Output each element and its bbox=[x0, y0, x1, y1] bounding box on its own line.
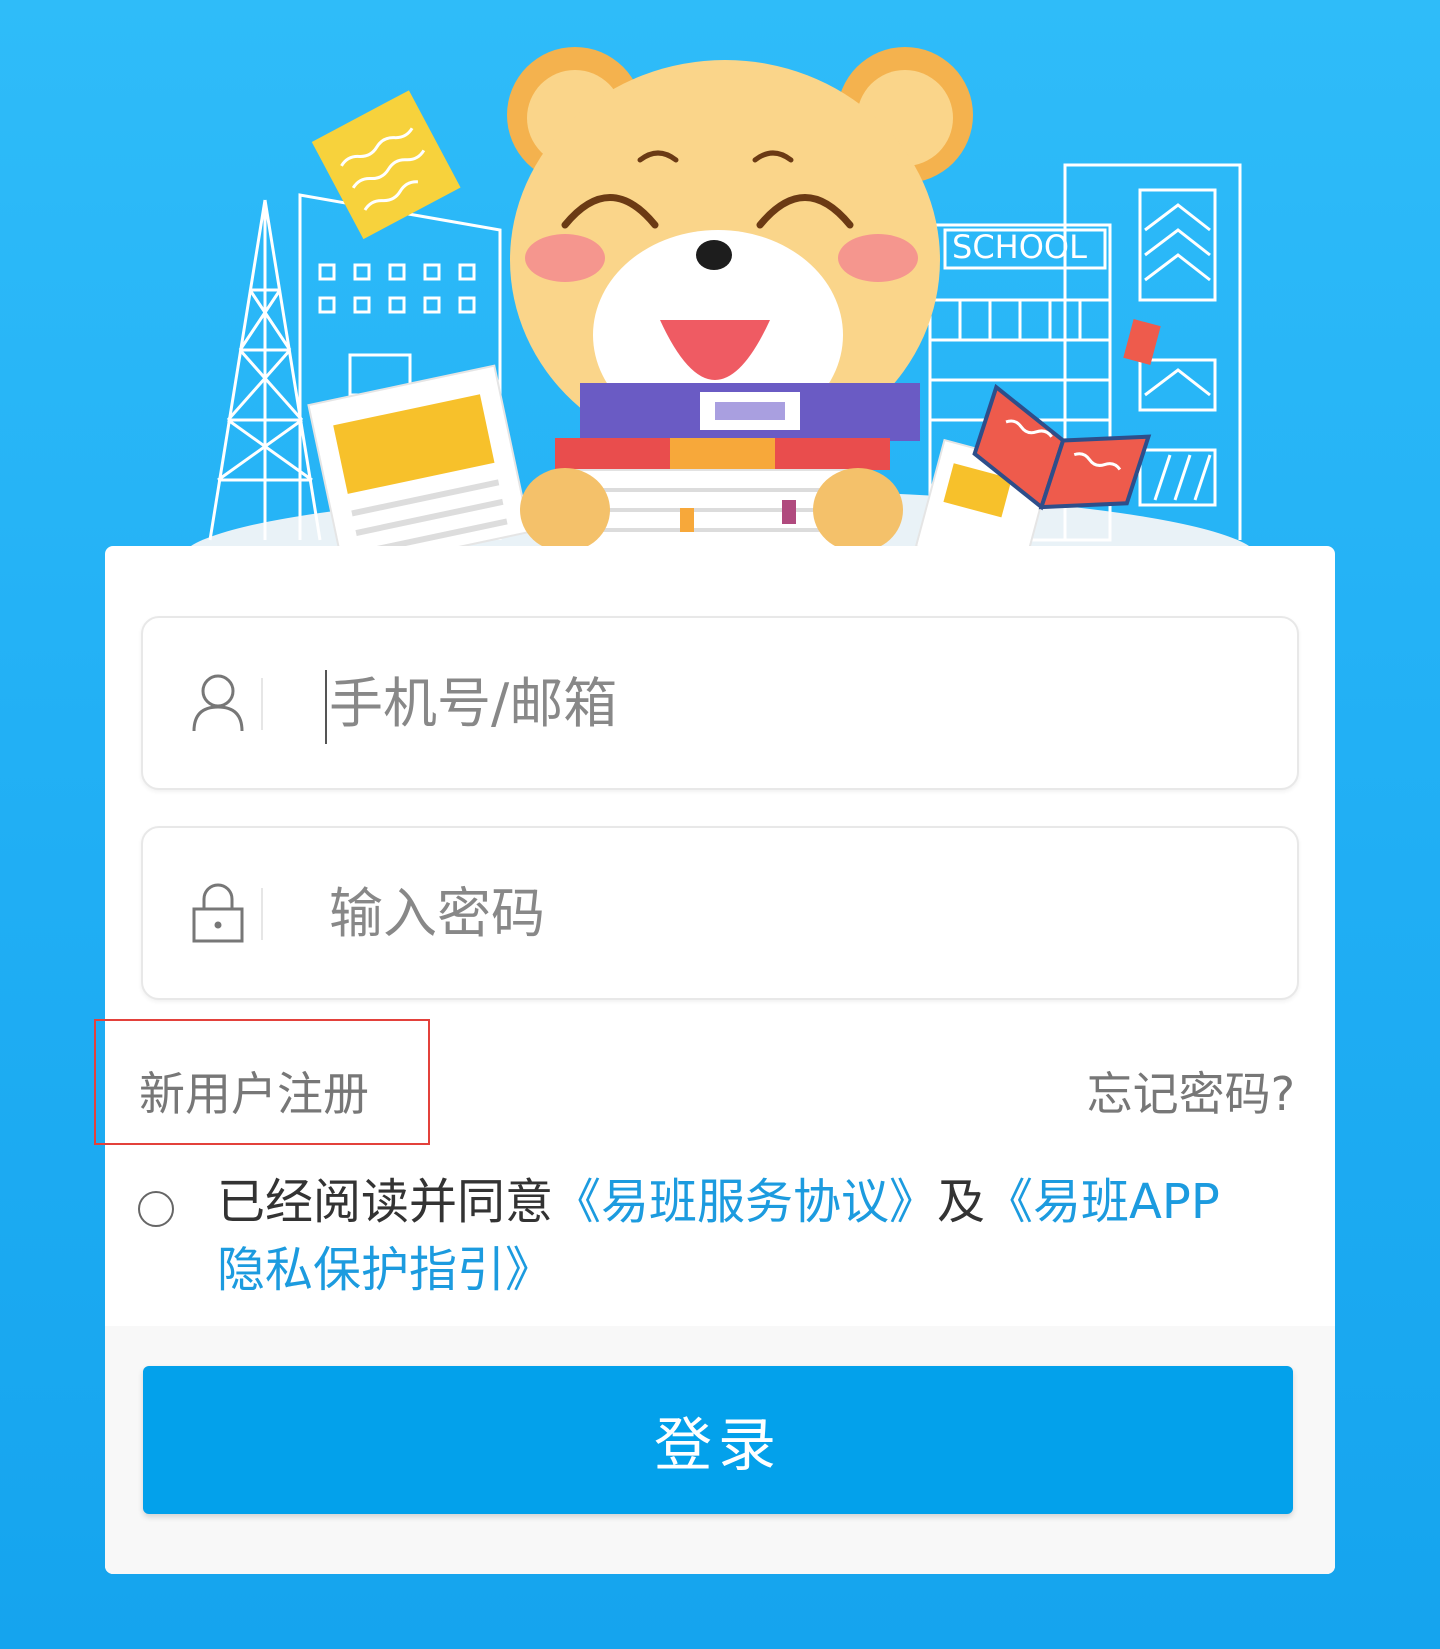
login-button[interactable]: 登录 bbox=[143, 1366, 1293, 1514]
bear-paw-left bbox=[520, 468, 610, 552]
field-divider bbox=[261, 678, 263, 730]
forgot-password-link[interactable]: 忘记密码? bbox=[1087, 1058, 1295, 1124]
username-input[interactable] bbox=[329, 658, 1229, 748]
agreement-radio[interactable] bbox=[138, 1191, 174, 1227]
field-divider bbox=[261, 888, 263, 940]
school-sign: SCHOOL bbox=[952, 228, 1087, 266]
user-icon bbox=[191, 673, 245, 733]
red-paper bbox=[1123, 319, 1161, 365]
bear-nose bbox=[696, 240, 732, 270]
username-field[interactable] bbox=[141, 616, 1299, 790]
login-card: 新用户注册 忘记密码? 已经阅读并同意《易班服务协议》及《易班APP隐私保护指引… bbox=[94, 546, 1335, 1574]
flying-note bbox=[311, 90, 461, 240]
bear-cheek-left bbox=[525, 234, 605, 282]
password-input[interactable] bbox=[329, 868, 1229, 958]
tower-drawing bbox=[208, 199, 322, 541]
left-newspaper bbox=[307, 364, 531, 573]
agreement-text: 已经阅读并同意《易班服务协议》及《易班APP隐私保护指引》 bbox=[217, 1168, 1267, 1304]
agreement-conjunction: 及 bbox=[937, 1174, 986, 1230]
agreement-prefix: 已经阅读并同意 bbox=[217, 1174, 554, 1230]
text-cursor bbox=[325, 670, 327, 744]
bear-cheek-right bbox=[838, 234, 918, 282]
lock-icon bbox=[191, 883, 245, 943]
hero-illustration: SCHOOL bbox=[0, 0, 1440, 630]
mascot-illustration: SCHOOL bbox=[180, 47, 1260, 630]
bear-paw-right bbox=[813, 468, 903, 552]
password-field[interactable] bbox=[141, 826, 1299, 1000]
register-highlight-box bbox=[94, 1019, 430, 1145]
service-agreement-link[interactable]: 《易班服务协议》 bbox=[553, 1174, 937, 1230]
